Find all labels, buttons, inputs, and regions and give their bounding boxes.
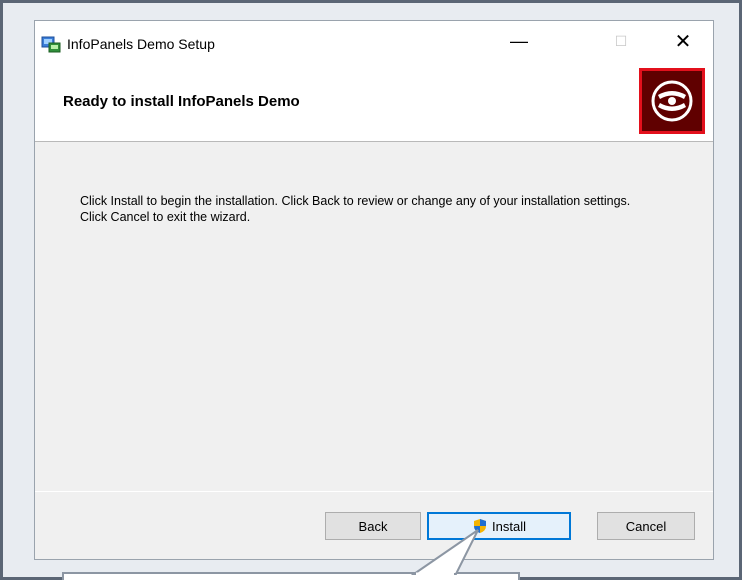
header-banner: InfoPanels Demo Setup — ☐ ✕ Ready to ins… <box>35 21 713 142</box>
title-bar[interactable]: InfoPanels Demo Setup — ☐ ✕ <box>35 21 713 55</box>
installer-icon <box>41 36 61 53</box>
window-title: InfoPanels Demo Setup <box>67 36 215 52</box>
minimize-button[interactable]: — <box>499 27 539 55</box>
footer-divider <box>35 491 713 492</box>
page-heading: Ready to install InfoPanels Demo <box>63 93 300 110</box>
close-icon: ✕ <box>674 30 692 53</box>
minimize-icon: — <box>510 30 528 51</box>
back-button-label: Back <box>358 518 388 534</box>
setup-window: InfoPanels Demo Setup — ☐ ✕ Ready to ins… <box>34 20 714 560</box>
install-button[interactable]: Install <box>427 512 571 540</box>
maximize-icon: ☐ <box>614 32 628 49</box>
uac-shield-icon <box>474 519 487 533</box>
disc-icon <box>651 80 693 122</box>
install-button-label: Install <box>492 518 526 534</box>
product-logo <box>639 68 705 134</box>
cancel-button[interactable]: Cancel <box>597 512 695 540</box>
back-button[interactable]: Back <box>325 512 421 540</box>
callout-box <box>62 572 520 580</box>
close-button[interactable]: ✕ <box>663 27 703 55</box>
cancel-button-label: Cancel <box>625 518 667 534</box>
install-description: Click Install to begin the installation.… <box>80 194 631 224</box>
maximize-button[interactable]: ☐ <box>601 27 641 55</box>
